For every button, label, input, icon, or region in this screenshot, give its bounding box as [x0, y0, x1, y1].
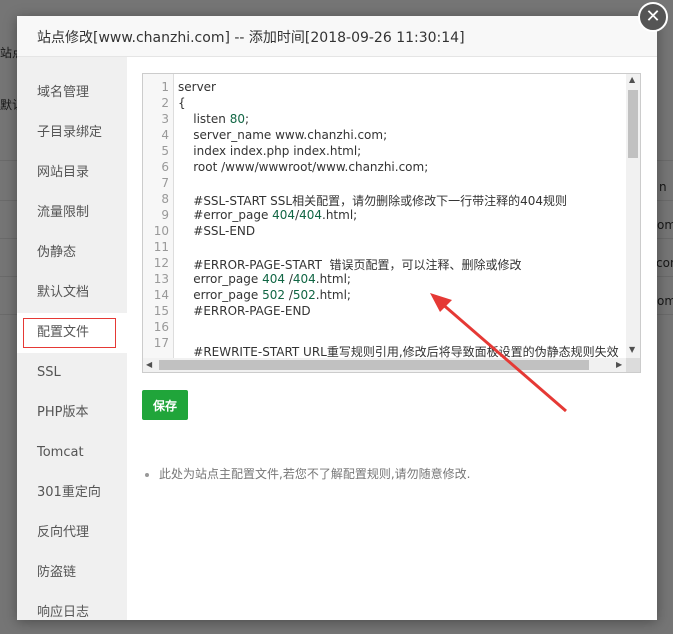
sidebar-item-label: 伪静态	[37, 245, 77, 260]
line-number: 3	[161, 112, 169, 126]
code-line: #ERROR-PAGE-END	[178, 304, 311, 318]
sidebar-item-label: 配置文件	[37, 325, 90, 340]
sidebar-item-label: 域名管理	[37, 85, 90, 100]
line-number: 8	[161, 192, 169, 206]
sidebar-item-default-document[interactable]: 默认文档	[17, 273, 127, 313]
line-number: 7	[161, 176, 169, 190]
bullet-icon	[145, 472, 149, 477]
sidebar-item-subdirectory[interactable]: 子目录绑定	[17, 113, 127, 153]
scrollbar-corner	[626, 358, 640, 372]
line-number: 9	[161, 208, 169, 222]
line-number: 16	[153, 320, 169, 334]
code-line: listen 80;	[178, 112, 250, 126]
code-line: error_page 404 /404.html;	[178, 272, 351, 286]
scroll-down-icon[interactable]: ▼	[629, 345, 635, 354]
code-line: #ERROR-PAGE-START 错误页配置，可以注释、删除或修改	[178, 258, 522, 272]
sidebar-item-label: 301重定向	[37, 485, 101, 500]
settings-sidebar: 域名管理 子目录绑定 网站目录 流量限制 伪静态 默认文档 配置文件 SSL P…	[17, 57, 127, 620]
save-button[interactable]: 保存	[142, 390, 188, 420]
horizontal-scrollbar[interactable]: ◀ ▶	[143, 358, 628, 372]
sidebar-item-label: 默认文档	[37, 285, 90, 300]
sidebar-item-label: Tomcat	[37, 445, 84, 460]
line-number: 5	[161, 144, 169, 158]
config-code-editor[interactable]: 1 2 3 4 5 6 7 8 9 10 11 12 13 14 15 16 1…	[142, 73, 641, 373]
sidebar-item-label: 防盗链	[37, 565, 77, 580]
code-line: #SSL-END	[178, 224, 256, 238]
code-line: {	[178, 96, 186, 110]
sidebar-item-label: SSL	[37, 365, 61, 380]
sidebar-item-label: PHP版本	[37, 405, 89, 420]
scroll-right-icon[interactable]: ▶	[616, 360, 622, 369]
tip-text: 此处为站点主配置文件,若您不了解配置规则,请勿随意修改.	[159, 467, 471, 481]
sidebar-item-label: 网站目录	[37, 165, 90, 180]
sidebar-item-rewrite[interactable]: 伪静态	[17, 233, 127, 273]
sidebar-item-tomcat[interactable]: Tomcat	[17, 433, 127, 473]
code-line: #SSL-START SSL相关配置，请勿删除或修改下一行带注释的404规则	[178, 194, 568, 208]
config-panel: 1 2 3 4 5 6 7 8 9 10 11 12 13 14 15 16 1…	[127, 57, 657, 620]
scroll-left-icon[interactable]: ◀	[146, 360, 152, 369]
sidebar-item-config-file[interactable]: 配置文件	[17, 313, 127, 353]
sidebar-item-ssl[interactable]: SSL	[17, 353, 127, 393]
config-tip: 此处为站点主配置文件,若您不了解配置规则,请勿随意修改.	[145, 465, 470, 482]
sidebar-item-hotlink-protection[interactable]: 防盗链	[17, 553, 127, 593]
close-icon[interactable]: ✕	[638, 2, 668, 32]
code-line: root /www/wwwroot/www.chanzhi.com;	[178, 160, 429, 174]
line-number: 13	[153, 272, 169, 286]
line-number: 6	[161, 160, 169, 174]
line-number: 2	[161, 96, 169, 110]
sidebar-item-redirect-301[interactable]: 301重定向	[17, 473, 127, 513]
line-number: 12	[153, 256, 169, 270]
line-number: 17	[153, 336, 169, 350]
sidebar-item-label: 子目录绑定	[37, 125, 103, 140]
sidebar-item-site-directory[interactable]: 网站目录	[17, 153, 127, 193]
code-line: index index.php index.html;	[178, 144, 362, 158]
sidebar-item-domain[interactable]: 域名管理	[17, 73, 127, 113]
vertical-scroll-thumb[interactable]	[628, 90, 638, 158]
line-number: 1	[161, 80, 169, 94]
code-line: server	[178, 80, 216, 94]
line-number: 15	[153, 304, 169, 318]
line-number: 10	[153, 224, 169, 238]
sidebar-item-label: 流量限制	[37, 205, 90, 220]
vertical-scrollbar[interactable]: ▲ ▼	[626, 74, 640, 358]
sidebar-item-response-log[interactable]: 响应日志	[17, 593, 127, 633]
sidebar-item-php-version[interactable]: PHP版本	[17, 393, 127, 433]
code-line: error_page 502 /502.html;	[178, 288, 351, 302]
line-number: 14	[153, 288, 169, 302]
sidebar-item-traffic-limit[interactable]: 流量限制	[17, 193, 127, 233]
scroll-up-icon[interactable]: ▲	[629, 75, 635, 84]
dialog-header: 站点修改[www.chanzhi.com] -- 添加时间[2018-09-26…	[17, 16, 657, 57]
site-edit-dialog: 站点修改[www.chanzhi.com] -- 添加时间[2018-09-26…	[17, 16, 657, 620]
sidebar-item-label: 响应日志	[37, 605, 90, 620]
line-number-gutter: 1 2 3 4 5 6 7 8 9 10 11 12 13 14 15 16 1…	[143, 74, 174, 358]
horizontal-scroll-thumb[interactable]	[159, 360, 589, 370]
line-number: 11	[153, 240, 169, 254]
sidebar-item-label: 反向代理	[37, 525, 90, 540]
code-line: #error_page 404/404.html;	[178, 208, 358, 222]
line-number: 4	[161, 128, 169, 142]
sidebar-item-reverse-proxy[interactable]: 反向代理	[17, 513, 127, 553]
dialog-title: 站点修改[www.chanzhi.com] -- 添加时间[2018-09-26…	[37, 30, 465, 46]
code-line: server_name www.chanzhi.com;	[178, 128, 388, 142]
